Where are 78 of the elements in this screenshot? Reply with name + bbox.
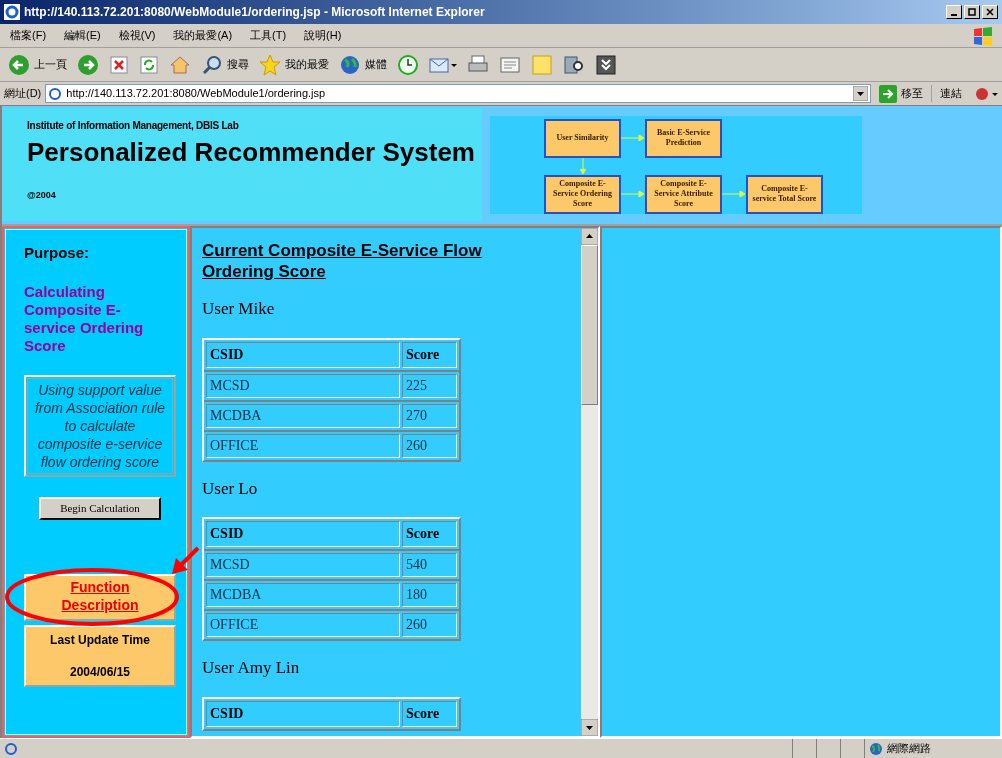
address-field[interactable]: http://140.113.72.201:8080/WebModule1/ordering.jsp <box>45 84 871 103</box>
menu-item[interactable]: 檢視(V) <box>116 27 158 44</box>
flow-node: Composite E-Service Attribute Score <box>645 174 722 214</box>
flow-arrow <box>621 191 645 197</box>
address-label: 網址(D) <box>4 86 42 102</box>
column-header: Score <box>402 700 457 727</box>
vertical-scrollbar[interactable] <box>581 228 598 736</box>
last-update-date: 2004/06/15 <box>68 663 132 681</box>
toolbar-icon-button[interactable] <box>397 53 419 76</box>
menu-item[interactable]: 編輯(E) <box>62 27 103 44</box>
star-icon <box>259 53 281 76</box>
links-label[interactable]: 連結 <box>931 85 970 102</box>
table-cell: 180 <box>402 583 457 607</box>
table-cell: 225 <box>402 373 457 398</box>
chevron-box-icon <box>595 53 617 76</box>
column-header: CSID <box>206 341 400 368</box>
stop-icon <box>109 54 129 75</box>
globe-icon <box>339 53 361 76</box>
table-cell: MCSD <box>206 373 400 398</box>
menu-item[interactable]: 我的最愛(A) <box>171 27 235 44</box>
user-name: User Mike <box>202 298 276 320</box>
search-icon <box>201 53 223 76</box>
purpose-label: Purpose: <box>24 243 90 263</box>
table-cell: 260 <box>402 613 457 637</box>
menu-item[interactable]: 工具(T) <box>248 27 289 44</box>
user-name: User Amy Lin <box>202 657 301 679</box>
annotation-arrow <box>170 545 200 576</box>
flow-node: Basic E-Service Prediction <box>645 118 722 158</box>
description-box: Using support value from Association rule to calculate composite e-service flow ordering score <box>24 374 176 477</box>
column-header: CSID <box>206 521 400 547</box>
user-name: User Lo <box>202 477 259 500</box>
purpose-text: Calculating Composite E-service Ordering Score <box>24 282 145 355</box>
sticky-note-icon <box>531 53 553 76</box>
history-clock-icon <box>397 53 419 76</box>
flow-arrow <box>722 191 746 197</box>
windows-flag-icon <box>972 25 994 46</box>
begin-calculation-button[interactable]: Begin Calculation <box>39 496 161 520</box>
menu-item[interactable]: 檔案(F) <box>8 27 49 44</box>
globe-icon <box>869 741 883 756</box>
close-icon <box>986 8 994 16</box>
flow-node: User Similarity <box>544 118 621 158</box>
minimize-button[interactable] <box>946 5 962 19</box>
security-zone: 網際網路 <box>887 741 931 757</box>
close-button[interactable] <box>982 5 998 19</box>
menu-item[interactable]: 說明(H) <box>302 27 344 44</box>
copyright-year: @2004 <box>27 189 57 202</box>
table-cell: MCSD <box>206 553 400 577</box>
scroll-down-icon[interactable] <box>581 719 598 736</box>
table-cell: 260 <box>402 433 457 458</box>
table-cell: MCDBA <box>206 403 400 428</box>
column-header: Score <box>402 341 457 368</box>
refresh-icon <box>139 54 159 75</box>
flow-arrow <box>621 135 645 141</box>
table-cell: OFFICE <box>206 433 400 458</box>
toolbar-button[interactable]: 我的最愛 <box>259 53 329 76</box>
lab-name: Institute of Information Management, DBIS Lab <box>27 119 240 133</box>
toolbar-button[interactable]: 媒體 <box>339 53 387 76</box>
site-title: Personalized Recommender System <box>27 136 476 169</box>
section-heading: Current Composite E-Service Flow Ordering Score <box>202 240 483 282</box>
table-cell: 270 <box>402 403 457 428</box>
maximize-icon <box>968 8 976 16</box>
go-button[interactable]: 移至 <box>875 84 927 103</box>
toolbar-button[interactable]: 上一頁 <box>8 53 67 76</box>
maximize-button[interactable] <box>964 5 980 19</box>
toolbar-icon-button[interactable] <box>595 53 617 76</box>
table-cell: 540 <box>402 553 457 577</box>
flow-node: Composite E-service Total Score <box>746 174 823 214</box>
column-header: CSID <box>206 700 400 727</box>
toolbar-button[interactable]: 搜尋 <box>201 53 249 76</box>
dropdown-arrow-icon[interactable] <box>853 86 868 101</box>
table-cell: OFFICE <box>206 613 400 637</box>
column-header: Score <box>402 521 457 547</box>
window-title: http://140.113.72.201:8080/WebModule1/ordering.jsp - Microsoft Internet Explorer <box>24 4 486 21</box>
scroll-up-icon[interactable] <box>581 228 598 245</box>
table-cell: MCDBA <box>206 583 400 607</box>
flow-node: Composite E-Service Ordering Score <box>544 174 621 214</box>
flow-arrow <box>580 157 586 175</box>
last-update-label: Last Update Time <box>49 631 151 649</box>
